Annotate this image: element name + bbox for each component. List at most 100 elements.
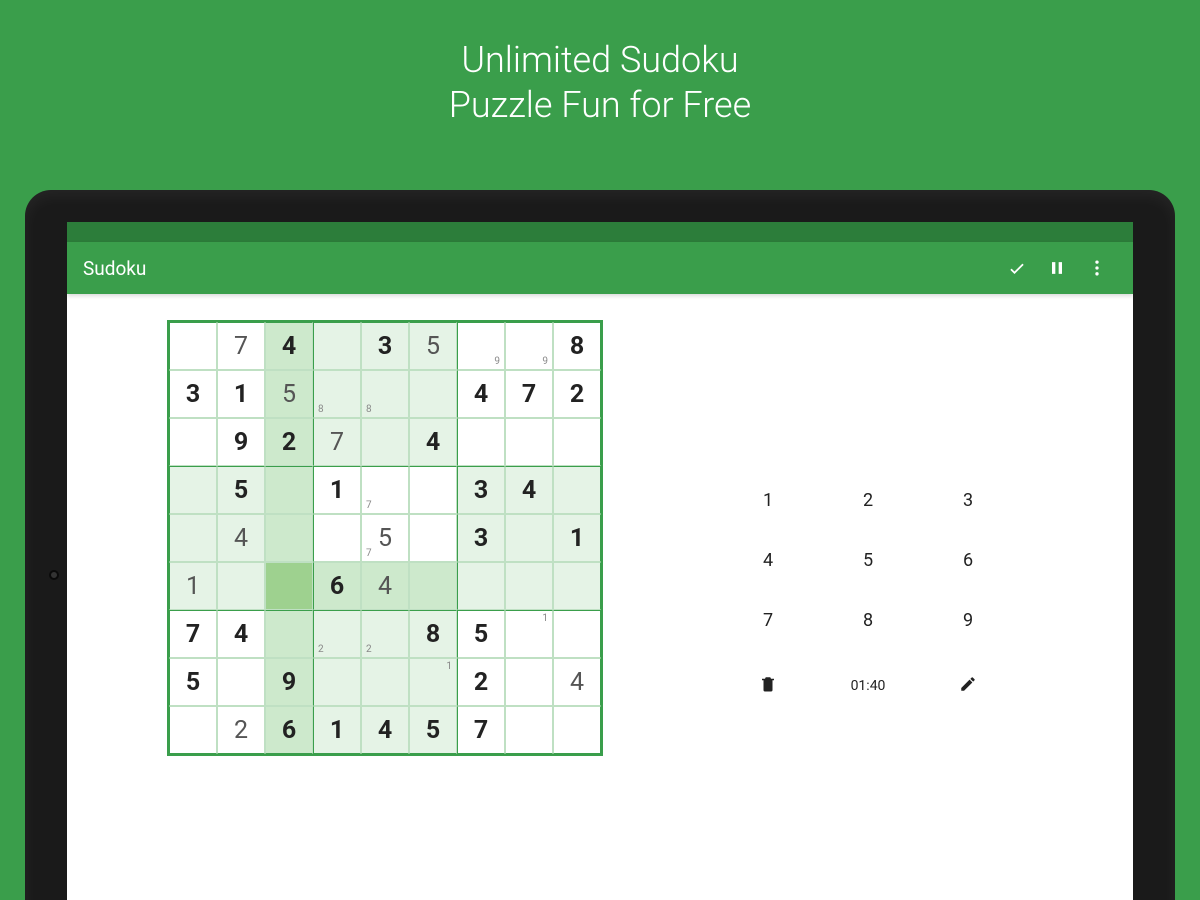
sudoku-cell[interactable]: 5: [169, 658, 217, 706]
sudoku-cell[interactable]: 3: [169, 370, 217, 418]
sudoku-cell[interactable]: [553, 562, 601, 610]
sudoku-cell[interactable]: [409, 370, 457, 418]
keypad-3[interactable]: 3: [918, 470, 1018, 530]
keypad-6[interactable]: 6: [918, 530, 1018, 590]
sudoku-cell[interactable]: [265, 562, 313, 610]
sudoku-cell[interactable]: 1: [313, 466, 361, 514]
sudoku-cell[interactable]: [313, 658, 361, 706]
sudoku-cell[interactable]: 7: [361, 466, 409, 514]
pause-button[interactable]: [1037, 242, 1077, 294]
sudoku-cell[interactable]: 2: [553, 370, 601, 418]
sudoku-cell[interactable]: [553, 610, 601, 658]
sudoku-cell[interactable]: 9: [217, 418, 265, 466]
keypad-8[interactable]: 8: [818, 590, 918, 650]
sudoku-cell[interactable]: 4: [457, 370, 505, 418]
keypad-1[interactable]: 1: [718, 470, 818, 530]
sudoku-cell[interactable]: 9: [505, 322, 553, 370]
sudoku-cell[interactable]: 4: [361, 706, 409, 754]
sudoku-cell[interactable]: [265, 610, 313, 658]
sudoku-cell[interactable]: 2: [217, 706, 265, 754]
check-button[interactable]: [997, 242, 1037, 294]
keypad-5[interactable]: 5: [818, 530, 918, 590]
sudoku-cell[interactable]: 1: [313, 706, 361, 754]
sudoku-cell[interactable]: [505, 706, 553, 754]
sudoku-cell[interactable]: [457, 418, 505, 466]
sudoku-cell[interactable]: 1: [505, 610, 553, 658]
sudoku-cell[interactable]: 7: [217, 322, 265, 370]
sudoku-cell[interactable]: 1: [217, 370, 265, 418]
sudoku-cell[interactable]: 4: [409, 418, 457, 466]
sudoku-board[interactable]: 7435998315884729274517344573116474228515…: [167, 320, 603, 756]
sudoku-cell[interactable]: 3: [457, 514, 505, 562]
sudoku-cell[interactable]: 9: [265, 658, 313, 706]
sudoku-cell[interactable]: 5: [457, 610, 505, 658]
sudoku-cell[interactable]: 2: [313, 610, 361, 658]
sudoku-cell[interactable]: [409, 562, 457, 610]
hero-line2: Puzzle Fun for Free: [0, 83, 1200, 128]
sudoku-cell[interactable]: 8: [553, 322, 601, 370]
sudoku-cell[interactable]: [361, 418, 409, 466]
sudoku-cell[interactable]: 6: [265, 706, 313, 754]
sudoku-cell[interactable]: 2: [361, 610, 409, 658]
sudoku-cell[interactable]: [505, 418, 553, 466]
sudoku-cell[interactable]: [361, 658, 409, 706]
sudoku-cell[interactable]: 5: [265, 370, 313, 418]
sudoku-cell[interactable]: [409, 466, 457, 514]
sudoku-cell[interactable]: [313, 322, 361, 370]
sudoku-cell[interactable]: [409, 514, 457, 562]
overflow-button[interactable]: [1077, 242, 1117, 294]
keypad-2[interactable]: 2: [818, 470, 918, 530]
sudoku-cell[interactable]: [553, 466, 601, 514]
sudoku-cell[interactable]: 4: [505, 466, 553, 514]
sudoku-cell[interactable]: 7: [457, 706, 505, 754]
sudoku-cell[interactable]: 4: [265, 322, 313, 370]
sudoku-cell[interactable]: [505, 658, 553, 706]
keypad-9[interactable]: 9: [918, 590, 1018, 650]
sudoku-cell[interactable]: 8: [409, 610, 457, 658]
pencil-button[interactable]: [959, 675, 977, 697]
sudoku-cell[interactable]: [553, 418, 601, 466]
sudoku-cell[interactable]: 1: [169, 562, 217, 610]
sudoku-cell[interactable]: [169, 322, 217, 370]
sudoku-cell[interactable]: [505, 562, 553, 610]
sudoku-cell[interactable]: [505, 514, 553, 562]
sudoku-cell[interactable]: [217, 658, 265, 706]
camera-dot: [49, 570, 59, 580]
sudoku-cell[interactable]: 4: [217, 610, 265, 658]
sudoku-cell[interactable]: 5: [217, 466, 265, 514]
sudoku-cell[interactable]: [553, 706, 601, 754]
sudoku-cell[interactable]: 1: [553, 514, 601, 562]
keypad-4[interactable]: 4: [718, 530, 818, 590]
erase-button[interactable]: [759, 675, 777, 697]
hero-line1: Unlimited Sudoku: [0, 38, 1200, 83]
sudoku-cell[interactable]: [457, 562, 505, 610]
sudoku-cell[interactable]: [169, 514, 217, 562]
sudoku-cell[interactable]: 3: [457, 466, 505, 514]
sudoku-cell[interactable]: 2: [457, 658, 505, 706]
sudoku-cell[interactable]: 4: [361, 562, 409, 610]
sudoku-cell[interactable]: [169, 706, 217, 754]
sudoku-cell[interactable]: 4: [553, 658, 601, 706]
sudoku-cell[interactable]: 8: [361, 370, 409, 418]
sudoku-cell[interactable]: [313, 514, 361, 562]
sudoku-cell[interactable]: 3: [361, 322, 409, 370]
sudoku-cell[interactable]: 6: [313, 562, 361, 610]
sudoku-cell[interactable]: 8: [313, 370, 361, 418]
sudoku-cell[interactable]: [169, 466, 217, 514]
sudoku-cell[interactable]: 7: [313, 418, 361, 466]
sudoku-cell[interactable]: 5: [409, 706, 457, 754]
sudoku-cell[interactable]: [265, 466, 313, 514]
sudoku-cell[interactable]: [217, 562, 265, 610]
sudoku-cell[interactable]: 1: [409, 658, 457, 706]
sudoku-cell[interactable]: 7: [169, 610, 217, 658]
sudoku-cell[interactable]: [265, 514, 313, 562]
sudoku-cell[interactable]: 9: [457, 322, 505, 370]
sudoku-cell[interactable]: 2: [265, 418, 313, 466]
sudoku-cell[interactable]: 7: [505, 370, 553, 418]
sudoku-cell[interactable]: [169, 418, 217, 466]
keypad-7[interactable]: 7: [718, 590, 818, 650]
sudoku-cell[interactable]: 5: [409, 322, 457, 370]
sudoku-cell[interactable]: 4: [217, 514, 265, 562]
sudoku-cell[interactable]: 57: [361, 514, 409, 562]
more-vert-icon: [1087, 258, 1107, 278]
